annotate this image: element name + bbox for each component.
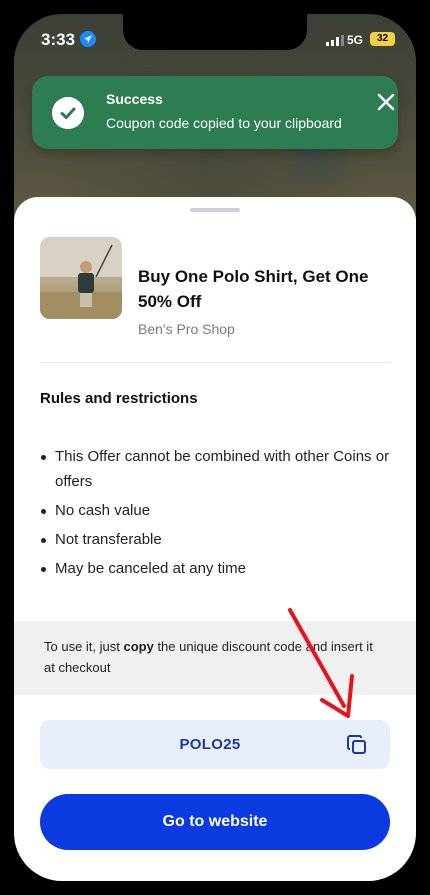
checkmark-circle-icon [52,97,84,129]
instructions-text: To use it, just copy the unique discount… [44,636,374,678]
rule-item: This Offer cannot be combined with other… [40,444,390,494]
rules-heading: Rules and restrictions [40,390,198,407]
rule-item: May be canceled at any time [40,556,390,581]
divider [40,362,390,363]
location-arrow-icon [80,31,96,47]
offer-title: Buy One Polo Shirt, Get One 50% Off [138,267,369,311]
golfer-image-icon [40,237,122,319]
coupon-code: POLO25 [179,736,241,753]
offer-thumbnail [40,237,122,319]
coupon-code-field[interactable]: POLO25 [40,720,390,769]
rule-item: No cash value [40,498,390,523]
battery-icon: 32 [370,32,395,46]
close-icon[interactable] [375,91,397,113]
instructions-before: To use it, just [44,639,124,654]
network-label: 5G [347,33,364,47]
signal-icon [326,35,344,46]
sheet-handle[interactable] [190,208,240,212]
notch [123,14,307,50]
offer-sheet: Buy One Polo Shirt, Get One 50% Off Ben'… [14,197,416,881]
success-toast: Success Coupon code copied to your clipb… [32,76,398,149]
status-time: 3:33 [41,30,76,49]
toast-message: Coupon code copied to your clipboard [106,115,342,131]
toast-title: Success [106,91,163,107]
instructions-bold: copy [123,639,154,654]
rules-list: This Offer cannot be combined with other… [40,444,390,585]
screen: 3:33 5G 32 Success Coupon code copied to… [14,14,416,881]
shop-name: Ben's Pro Shop [138,321,235,337]
go-to-website-button[interactable]: Go to website [40,794,390,850]
instructions-box: To use it, just copy the unique discount… [14,621,416,695]
phone-frame: 3:33 5G 32 Success Coupon code copied to… [0,0,430,895]
rule-item: Not transferable [40,527,390,552]
copy-icon[interactable] [345,733,369,757]
